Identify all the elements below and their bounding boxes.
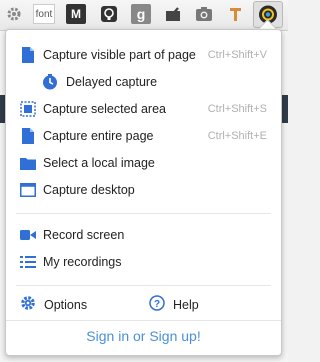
folder-icon: [20, 155, 36, 171]
capture-visible-shortcut: Ctrl+Shift+V: [207, 49, 267, 61]
my-recordings-label: My recordings: [43, 255, 122, 269]
document-icon: [20, 128, 36, 144]
menu-divider: [6, 320, 281, 321]
capture-selected-area-label: Capture selected area: [43, 102, 166, 116]
bulb-extension-icon[interactable]: [99, 4, 119, 24]
video-camera-icon: [20, 227, 36, 243]
camera-extension-icon[interactable]: [194, 4, 214, 24]
capture-desktop-label: Capture desktop: [43, 183, 135, 197]
list-icon: [20, 254, 36, 270]
menu-divider: [16, 213, 271, 214]
menu-divider: [16, 285, 271, 286]
browser-extension-toolbar: font M g: [0, 0, 288, 31]
font-extension-icon[interactable]: font: [33, 4, 55, 24]
my-recordings-item[interactable]: My recordings: [6, 250, 281, 274]
capture-visible-item[interactable]: Capture visible part of page Ctrl+Shift+…: [6, 43, 281, 67]
delayed-capture-label: Delayed capture: [66, 75, 158, 89]
mail-extension-icon[interactable]: M: [66, 4, 86, 24]
select-local-image-label: Select a local image: [43, 156, 155, 170]
sign-in-link[interactable]: Sign in or Sign up!: [6, 328, 281, 344]
capture-menu-popup: Capture visible part of page Ctrl+Shift+…: [5, 29, 282, 356]
gear-icon: [20, 295, 36, 316]
google-extension-icon[interactable]: g: [131, 4, 151, 24]
capture-entire-page-label: Capture entire page: [43, 129, 154, 143]
options-button[interactable]: Options: [20, 293, 87, 317]
capture-desktop-item[interactable]: Capture desktop: [6, 178, 281, 202]
capture-selected-area-item[interactable]: Capture selected area Ctrl+Shift+S: [6, 97, 281, 121]
help-label: Help: [173, 298, 199, 312]
capture-visible-label: Capture visible part of page: [43, 48, 196, 62]
selection-icon: [20, 101, 36, 117]
select-local-image-item[interactable]: Select a local image: [6, 151, 281, 175]
delayed-capture-item[interactable]: Delayed capture: [6, 70, 281, 94]
help-button[interactable]: ? Help: [149, 293, 199, 317]
page-icon: [20, 47, 36, 63]
capture-entire-page-item[interactable]: Capture entire page Ctrl+Shift+E: [6, 124, 281, 148]
capture-entire-page-shortcut: Ctrl+Shift+E: [207, 130, 267, 142]
record-screen-label: Record screen: [43, 228, 125, 242]
svg-text:?: ?: [154, 299, 160, 310]
checkmark-mail-extension-icon[interactable]: [163, 4, 183, 24]
tool-extension-icon[interactable]: [226, 4, 246, 24]
help-icon: ?: [149, 294, 165, 316]
record-screen-item[interactable]: Record screen: [6, 223, 281, 247]
capture-selected-area-shortcut: Ctrl+Shift+S: [207, 103, 267, 115]
options-label: Options: [44, 298, 88, 312]
window-icon: [20, 182, 36, 198]
timer-icon: [42, 74, 58, 90]
gear-icon[interactable]: [4, 4, 24, 24]
